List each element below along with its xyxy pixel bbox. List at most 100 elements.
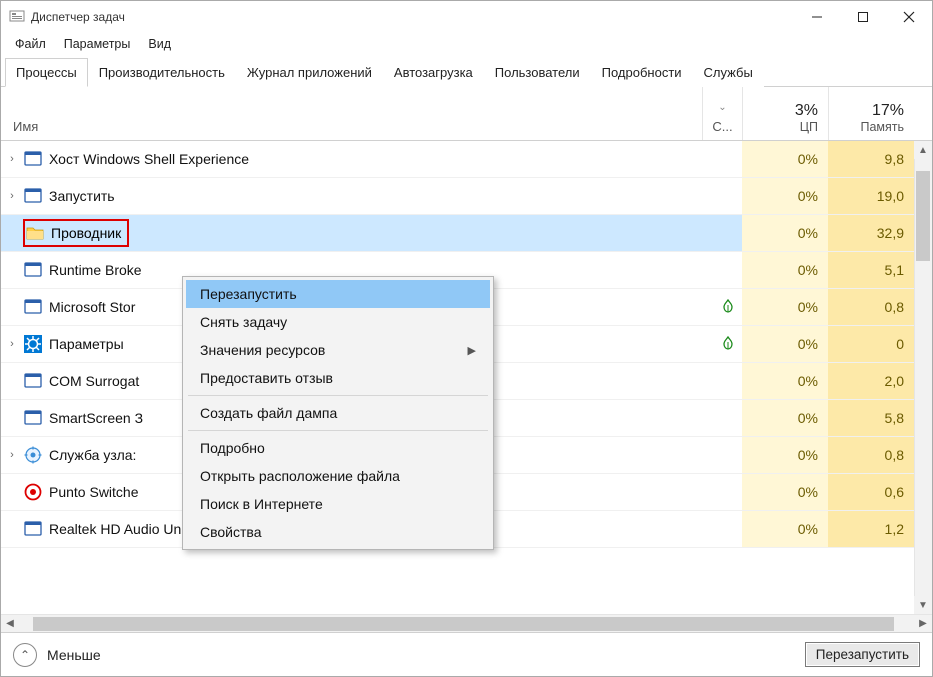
scroll-left-icon[interactable]: ◀ bbox=[1, 618, 19, 629]
process-row[interactable]: › Запустить 0%19,0 bbox=[1, 178, 932, 215]
cpu-cell: 0% bbox=[742, 215, 828, 251]
app-icon bbox=[23, 408, 43, 428]
tab-services[interactable]: Службы bbox=[693, 58, 764, 87]
col-memory[interactable]: 17% Память bbox=[828, 87, 914, 140]
process-name: COM Surrogat bbox=[49, 373, 139, 389]
memory-cell: 5,1 bbox=[828, 252, 914, 288]
tab-processes[interactable]: Процессы bbox=[5, 58, 88, 87]
scroll-down-icon[interactable]: ▼ bbox=[914, 596, 932, 614]
mem-usage-pct: 17% bbox=[829, 102, 904, 120]
process-name: Запустить bbox=[49, 188, 115, 204]
scrollbar-vertical[interactable]: ▲ ▼ bbox=[914, 141, 932, 614]
scroll-thumb-horizontal[interactable] bbox=[33, 617, 894, 631]
memory-cell: 9,8 bbox=[828, 141, 914, 177]
chevron-down-icon: ⌄ bbox=[718, 102, 726, 113]
app-icon bbox=[23, 519, 43, 539]
punto-icon bbox=[23, 482, 43, 502]
leaf-icon bbox=[714, 299, 742, 316]
col-cpu[interactable]: 3% ЦП bbox=[742, 87, 828, 140]
ctx-restart[interactable]: Перезапустить bbox=[186, 280, 490, 308]
window-controls bbox=[794, 1, 932, 33]
app-icon bbox=[23, 186, 43, 206]
col-name[interactable]: Имя bbox=[1, 119, 702, 140]
cpu-cell: 0% bbox=[742, 178, 828, 214]
chevron-up-icon: ⌃ bbox=[20, 648, 30, 662]
tab-app-history[interactable]: Журнал приложений bbox=[236, 58, 383, 87]
restart-button[interactable]: Перезапустить bbox=[805, 642, 920, 667]
process-name: Параметры bbox=[49, 336, 124, 352]
process-name: Служба узла: bbox=[49, 447, 136, 463]
menu-bar: Файл Параметры Вид bbox=[1, 33, 932, 57]
tab-bar: Процессы Производительность Журнал прило… bbox=[1, 57, 932, 87]
memory-cell: 0,6 bbox=[828, 474, 914, 510]
process-name-cell: Хост Windows Shell Experience bbox=[23, 149, 714, 169]
ctx-details[interactable]: Подробно bbox=[186, 434, 490, 462]
menu-options[interactable]: Параметры bbox=[56, 35, 139, 53]
process-name: Microsoft Stor bbox=[49, 299, 135, 315]
title-bar: Диспетчер задач bbox=[1, 1, 932, 33]
tab-details[interactable]: Подробности bbox=[591, 58, 693, 87]
cpu-cell: 0% bbox=[742, 474, 828, 510]
process-name: Хост Windows Shell Experience bbox=[49, 151, 249, 167]
expand-toggle[interactable]: › bbox=[1, 190, 23, 202]
col-status-label: С... bbox=[712, 119, 732, 134]
menu-view[interactable]: Вид bbox=[140, 35, 179, 53]
app-icon bbox=[23, 149, 43, 169]
minimize-icon bbox=[811, 11, 823, 23]
scrollbar-horizontal[interactable]: ◀ ▶ bbox=[1, 614, 932, 632]
scroll-right-icon[interactable]: ▶ bbox=[914, 618, 932, 629]
process-name-cell: Запустить bbox=[23, 186, 714, 206]
ctx-end-task[interactable]: Снять задачу bbox=[186, 308, 490, 336]
process-name: Punto Switche bbox=[49, 484, 139, 500]
cpu-cell: 0% bbox=[742, 141, 828, 177]
memory-cell: 1,2 bbox=[828, 511, 914, 547]
ctx-properties[interactable]: Свойства bbox=[186, 518, 490, 546]
ctx-search-online[interactable]: Поиск в Интернете bbox=[186, 490, 490, 518]
fewer-details-button[interactable]: ⌃ bbox=[13, 643, 37, 667]
ctx-open-location[interactable]: Открыть расположение файла bbox=[186, 462, 490, 490]
tab-performance[interactable]: Производительность bbox=[88, 58, 236, 87]
tab-startup[interactable]: Автозагрузка bbox=[383, 58, 484, 87]
col-status[interactable]: ⌄ С... bbox=[702, 87, 742, 140]
ctx-create-dump[interactable]: Создать файл дампа bbox=[186, 399, 490, 427]
explorer-icon bbox=[25, 223, 45, 243]
menu-file[interactable]: Файл bbox=[7, 35, 54, 53]
close-icon bbox=[903, 11, 915, 23]
cpu-cell: 0% bbox=[742, 511, 828, 547]
process-row[interactable]: › Хост Windows Shell Experience 0%9,8 bbox=[1, 141, 932, 178]
expand-toggle[interactable]: › bbox=[1, 338, 23, 350]
process-name: SmartScreen З bbox=[49, 410, 143, 426]
settings-icon bbox=[23, 334, 43, 354]
footer: ⌃ Меньше Перезапустить bbox=[1, 632, 932, 676]
ctx-separator bbox=[188, 430, 488, 431]
cpu-cell: 0% bbox=[742, 363, 828, 399]
close-button[interactable] bbox=[886, 1, 932, 33]
ctx-feedback[interactable]: Предоставить отзыв bbox=[186, 364, 490, 392]
expand-toggle[interactable]: › bbox=[1, 153, 23, 165]
cpu-cell: 0% bbox=[742, 326, 828, 362]
scroll-up-icon[interactable]: ▲ bbox=[914, 141, 932, 159]
memory-cell: 19,0 bbox=[828, 178, 914, 214]
cpu-usage-pct: 3% bbox=[743, 102, 818, 120]
process-name: Проводник bbox=[51, 225, 121, 241]
minimize-button[interactable] bbox=[794, 1, 840, 33]
ctx-resource-values-label: Значения ресурсов bbox=[200, 342, 325, 358]
context-menu: Перезапустить Снять задачу Значения ресу… bbox=[182, 276, 494, 550]
process-name: Runtime Broke bbox=[49, 262, 142, 278]
app-icon bbox=[23, 371, 43, 391]
memory-cell: 0,8 bbox=[828, 289, 914, 325]
expand-toggle[interactable]: › bbox=[1, 449, 23, 461]
tab-users[interactable]: Пользователи bbox=[484, 58, 591, 87]
leaf-icon bbox=[714, 336, 742, 353]
mem-label: Память bbox=[829, 120, 904, 134]
process-row[interactable]: Проводник 0%32,9 bbox=[1, 215, 932, 252]
ctx-resource-values[interactable]: Значения ресурсов ▶ bbox=[186, 336, 490, 364]
memory-cell: 32,9 bbox=[828, 215, 914, 251]
cpu-cell: 0% bbox=[742, 252, 828, 288]
memory-cell: 0 bbox=[828, 326, 914, 362]
app-icon bbox=[23, 297, 43, 317]
memory-cell: 2,0 bbox=[828, 363, 914, 399]
ctx-separator bbox=[188, 395, 488, 396]
scroll-thumb[interactable] bbox=[916, 171, 930, 261]
maximize-button[interactable] bbox=[840, 1, 886, 33]
